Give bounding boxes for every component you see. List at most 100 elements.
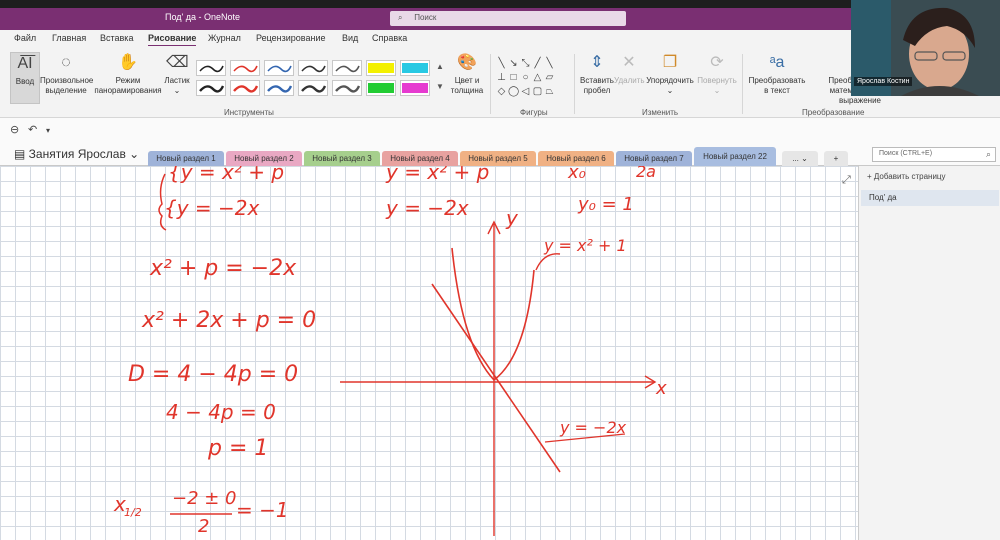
chevron-down-icon: ⌄ <box>713 86 721 95</box>
group-label-tools: Инструменты <box>224 108 274 117</box>
section-tab[interactable]: Новый раздел 5 <box>460 151 536 166</box>
title-bar: Под' да - OneNote ⌕ Поиск <box>0 8 1000 30</box>
line-shape-icon[interactable]: ╱ <box>532 58 543 69</box>
section-bar: ▤ Занятия Ярослав ⌄ Новый раздел 1 Новый… <box>0 142 1000 166</box>
divider <box>742 54 743 114</box>
eraser-button[interactable]: ⌫ Ластик ⌄ <box>162 52 192 104</box>
customize-chevron-icon[interactable]: ▾ <box>46 126 50 135</box>
tab-help[interactable]: Справка <box>372 33 407 43</box>
free-select-button[interactable]: ◌ Произвольное выделение <box>40 52 94 104</box>
highlighter-swatch[interactable] <box>366 80 396 96</box>
page-item[interactable]: Под' да <box>861 190 999 206</box>
free-select-label: Произвольное выделение <box>40 76 94 95</box>
double-arrow-shape-icon[interactable]: ⤡ <box>520 58 531 69</box>
section-tab[interactable]: Новый раздел 3 <box>304 151 380 166</box>
arrow-shape-icon[interactable]: ↘ <box>508 58 519 69</box>
section-tab[interactable]: Новый раздел 6 <box>538 151 614 166</box>
triangle-shape-icon[interactable]: ◁ <box>520 86 531 97</box>
pen-swatch[interactable] <box>196 80 226 96</box>
tab-draw[interactable]: Рисование <box>148 33 197 47</box>
chevron-down-icon: ⌄ <box>801 154 808 163</box>
rectangle-shape-icon[interactable]: □ <box>508 72 519 83</box>
notebook-search-input[interactable]: Поиск (CTRL+E) ⌕ <box>872 147 996 162</box>
tab-view[interactable]: Вид <box>342 33 358 43</box>
triangle-shape-icon[interactable]: △ <box>532 72 543 83</box>
parabola-label-pointer <box>535 253 561 271</box>
section-tab[interactable]: Новый раздел 7 <box>616 151 692 166</box>
ink-system-eq-1: {y = x² + p <box>168 166 285 184</box>
add-page-button[interactable]: + Добавить страницу <box>867 172 946 181</box>
square-shape-icon[interactable]: ▢ <box>532 86 543 97</box>
eraser-label: Ластик <box>164 76 190 85</box>
tab-file[interactable]: Файл <box>14 33 36 43</box>
input-button[interactable]: A͞I Ввод <box>10 52 40 104</box>
pen-swatch[interactable] <box>264 60 294 76</box>
rotate-button[interactable]: ⟳ Повернуть ⌄ <box>696 52 738 104</box>
notebook-name-label: Занятия Ярослав <box>28 147 126 161</box>
tab-review[interactable]: Рецензирование <box>256 33 326 43</box>
tab-home[interactable]: Главная <box>52 33 86 43</box>
participant-name: Ярослав Костин <box>854 77 913 86</box>
quick-access-toolbar: ⊖ ↶ ▾ <box>0 118 1000 142</box>
trapezoid-shape-icon[interactable]: ⏢ <box>544 86 555 97</box>
lasso-select-icon: ◌ <box>61 54 71 71</box>
pan-mode-button[interactable]: ✋ Режим панорамирования <box>94 52 162 104</box>
notebook-icon: ▤ <box>14 147 29 161</box>
color-thickness-button[interactable]: 🎨 Цвет и толщина <box>448 52 486 104</box>
ink-x-axis-label: x <box>656 378 667 399</box>
pen-swatch[interactable] <box>298 80 328 96</box>
draw-ribbon: A͞I Ввод ◌ Произвольное выделение ✋ Режи… <box>0 46 1000 118</box>
ink-line-label: y = −2x <box>560 418 627 437</box>
expand-icon[interactable]: ⤢ <box>842 174 851 187</box>
notebook-search-placeholder: Поиск (CTRL+E) <box>879 150 933 157</box>
add-section-button[interactable]: + <box>824 151 848 166</box>
circle-shape-icon[interactable]: ◯ <box>508 86 519 97</box>
tab-history[interactable]: Журнал <box>208 33 241 43</box>
section-tab[interactable]: Новый раздел 2 <box>226 151 302 166</box>
ink-vertex-denominator: 2a <box>636 166 656 181</box>
pen-swatch[interactable] <box>230 60 260 76</box>
highlighter-swatch[interactable] <box>400 80 430 96</box>
ink-equation: x² + 2x + p = 0 <box>142 308 317 333</box>
section-tab[interactable]: Новый раздел 1 <box>148 151 224 166</box>
pen-swatch[interactable] <box>230 80 260 96</box>
gallery-scroll-up-icon[interactable]: ▲ <box>436 62 444 71</box>
pen-swatch[interactable] <box>332 60 362 76</box>
section-tab-active[interactable]: Новый раздел 22 <box>694 147 776 166</box>
circle-shape-icon[interactable]: ○ <box>520 72 531 83</box>
arrange-button[interactable]: ❐ Упорядочить ⌄ <box>644 52 696 104</box>
axes-shape-icon[interactable]: ⊥ <box>496 72 507 83</box>
notebook-name[interactable]: ▤ Занятия Ярослав ⌄ <box>14 147 139 161</box>
ink-answer-p: p = 1 <box>208 436 269 461</box>
search-icon: ⌕ <box>985 149 991 159</box>
note-canvas[interactable]: {y = x² + p {y = −2x x² + p = −2x x² + 2… <box>0 166 858 540</box>
tab-insert[interactable]: Вставка <box>100 33 133 43</box>
pen-swatch[interactable] <box>264 80 294 96</box>
section-tab[interactable]: Новый раздел 4 <box>382 151 458 166</box>
gallery-more-icon[interactable]: ▼ <box>436 82 444 91</box>
ink-to-text-icon: ᵃa <box>769 54 785 71</box>
line-shape-icon[interactable]: ╲ <box>496 58 507 69</box>
more-sections-button[interactable]: ... ⌄ <box>782 151 818 166</box>
ink-system-eq-2: {y = −2x <box>164 196 260 220</box>
undo-icon[interactable]: ↶ <box>28 123 37 136</box>
color-thickness-label: Цвет и толщина <box>450 76 484 95</box>
global-search-placeholder: Поиск <box>414 13 437 22</box>
pen-swatch[interactable] <box>332 80 362 96</box>
parallelogram-shape-icon[interactable]: ▱ <box>544 72 555 83</box>
insert-space-button[interactable]: ⇕ Вставить пробел <box>578 52 616 104</box>
diamond-shape-icon[interactable]: ◇ <box>496 86 507 97</box>
highlighter-swatch[interactable] <box>366 60 396 76</box>
highlighter-swatch[interactable] <box>400 60 430 76</box>
back-icon[interactable]: ⊖ <box>10 123 19 136</box>
global-search-box[interactable]: ⌕ Поиск <box>390 11 626 26</box>
group-label-convert: Преобразование <box>802 108 865 117</box>
line-shape-icon[interactable]: ╲ <box>544 58 555 69</box>
ink-drawing <box>158 173 657 536</box>
input-button-label: Ввод <box>15 77 35 86</box>
pen-swatch[interactable] <box>196 60 226 76</box>
ribbon-tabs: Файл Главная Вставка Рисование Журнал Ре… <box>0 30 1000 47</box>
ink-to-text-button[interactable]: ᵃa Преобразовать в текст <box>746 52 808 104</box>
delete-button[interactable]: ✕ Удалить <box>614 52 645 104</box>
pen-swatch[interactable] <box>298 60 328 76</box>
